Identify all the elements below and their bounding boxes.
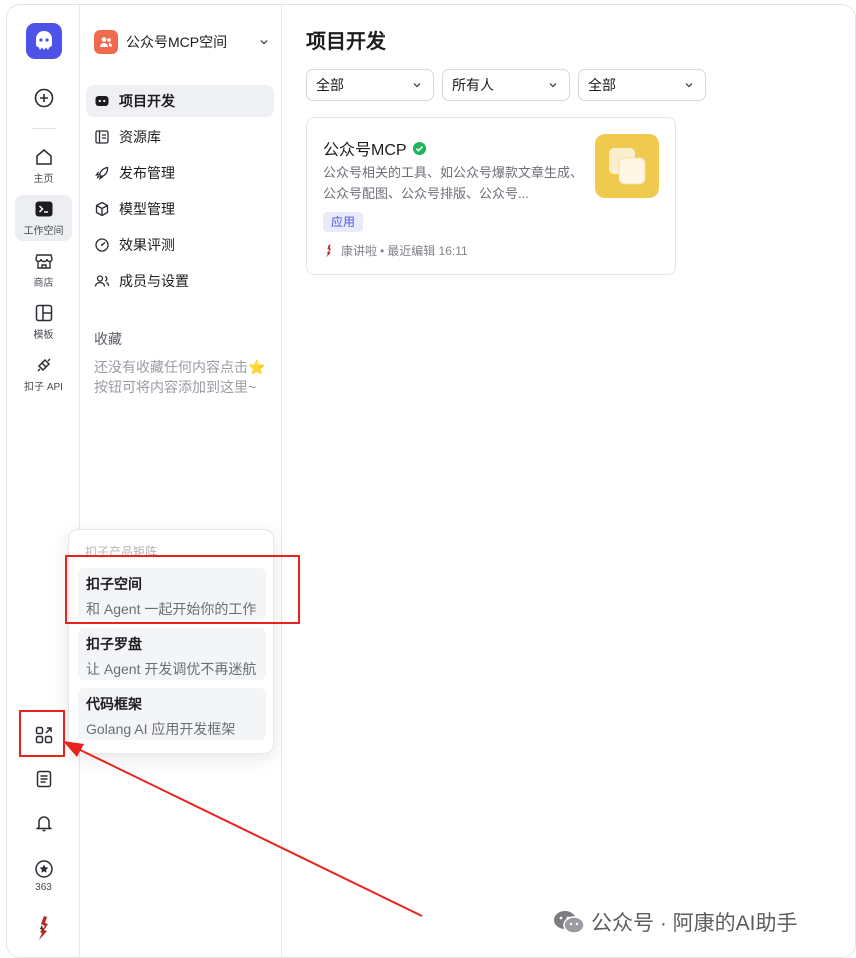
annotation-arrow bbox=[63, 741, 423, 917]
watermark: 公众号 · 阿康的AI助手 bbox=[553, 907, 798, 937]
watermark-text: 公众号 · 阿康的AI助手 bbox=[591, 912, 798, 935]
wechat-icon bbox=[554, 911, 585, 934]
